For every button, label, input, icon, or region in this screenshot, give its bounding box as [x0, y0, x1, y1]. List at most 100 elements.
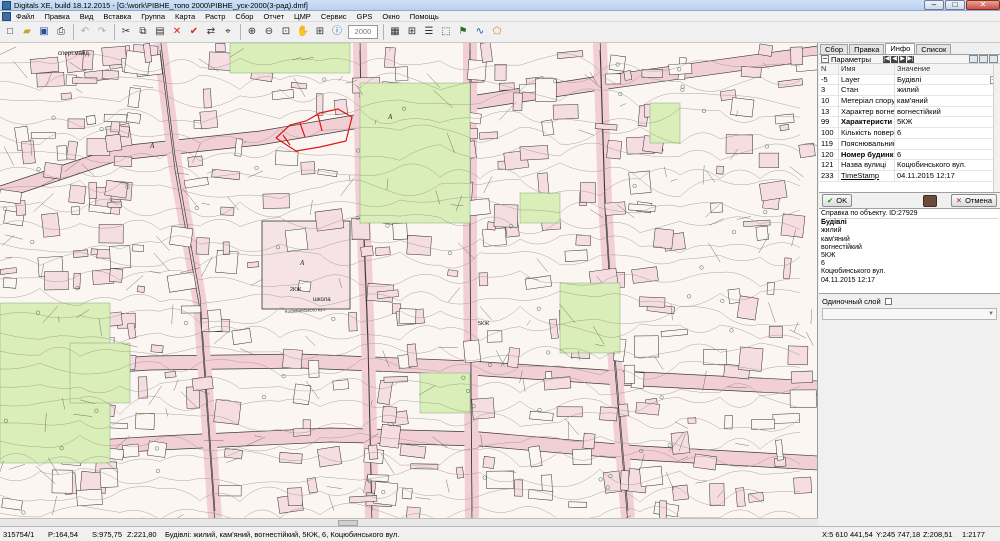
- menu-insert[interactable]: Вставка: [98, 12, 136, 21]
- building: [687, 417, 697, 424]
- param-value[interactable]: [895, 139, 1000, 149]
- ok-button[interactable]: ✔ OK: [822, 194, 853, 207]
- building: [308, 360, 320, 378]
- snap-icon[interactable]: ⌖: [220, 24, 236, 40]
- document-icon[interactable]: [2, 11, 11, 21]
- building: [136, 285, 146, 293]
- curve-icon[interactable]: ∿: [472, 24, 488, 40]
- building: [747, 491, 765, 503]
- delete-icon[interactable]: ✕: [169, 24, 185, 40]
- param-row[interactable]: 3 Стан жилий: [819, 85, 1000, 97]
- building: [137, 376, 148, 399]
- cut-icon[interactable]: ✂: [118, 24, 134, 40]
- menu-view[interactable]: Вид: [75, 12, 99, 21]
- param-row[interactable]: 100 Кількість повер 6: [819, 128, 1000, 139]
- param-n: -5: [819, 74, 839, 85]
- menu-gps[interactable]: GPS: [352, 12, 378, 21]
- scale-input[interactable]: 2000: [348, 25, 378, 39]
- grid-scrollbar[interactable]: [993, 64, 1000, 192]
- first-icon[interactable]: |◀: [883, 55, 890, 63]
- menu-file[interactable]: Файл: [11, 12, 39, 21]
- param-value[interactable]: 6: [895, 150, 1000, 160]
- select-icon[interactable]: ⬚: [438, 24, 454, 40]
- menu-report[interactable]: Отчет: [258, 12, 289, 21]
- polygon-icon[interactable]: ⬠: [489, 24, 505, 40]
- menu-help[interactable]: Помощь: [405, 12, 444, 21]
- pan-icon[interactable]: ✋: [295, 24, 311, 40]
- map-view[interactable]: спорт.майд. школа А А А 5КЖ 2КЖ Коцюбинс…: [0, 43, 818, 518]
- param-row[interactable]: 233 TimeStamp 04.11.2015 12:17: [819, 170, 1000, 182]
- grid-icon[interactable]: ⊞: [404, 24, 420, 40]
- menu-map[interactable]: Карта: [170, 12, 200, 21]
- close-button[interactable]: ✕: [966, 0, 1000, 10]
- menu-service[interactable]: Сервис: [316, 12, 352, 21]
- tab-edit[interactable]: Правка: [849, 44, 885, 54]
- param-row[interactable]: 10 Метеріал спору кам'яний: [819, 96, 1000, 107]
- menu-dtm[interactable]: ЦМР: [289, 12, 316, 21]
- menu-collect[interactable]: Сбор: [230, 12, 258, 21]
- map-horizontal-scrollbar[interactable]: [0, 518, 818, 526]
- menu-group[interactable]: Группа: [136, 12, 170, 21]
- tab-collect[interactable]: Сбор: [820, 44, 849, 54]
- menu-edit[interactable]: Правка: [39, 12, 74, 21]
- param-value[interactable]: 5КЖ: [895, 117, 1000, 127]
- building: [222, 241, 230, 256]
- save-icon[interactable]: ▣: [36, 24, 52, 40]
- param-value[interactable]: вогнестійкий: [895, 107, 1000, 117]
- copy-icon[interactable]: ⧉: [135, 24, 151, 40]
- tab-list[interactable]: Список: [916, 44, 952, 54]
- new-icon[interactable]: □: [2, 24, 18, 40]
- param-row[interactable]: 121 Назва вулиці Коцюбинського вул.: [819, 160, 1000, 171]
- next-icon[interactable]: ▶: [899, 55, 906, 63]
- options-icon[interactable]: [989, 55, 998, 63]
- redo-icon[interactable]: ↷: [94, 24, 110, 40]
- param-row[interactable]: -5LayerБудівлі…: [819, 74, 1000, 86]
- menu-window[interactable]: Окно: [377, 12, 404, 21]
- param-row[interactable]: 120 Номер будинк 6: [819, 149, 1000, 161]
- paste-icon[interactable]: ▤: [152, 24, 168, 40]
- menu-raster[interactable]: Растр: [200, 12, 230, 21]
- last-icon[interactable]: ▶|: [907, 55, 914, 63]
- object-icon[interactable]: [922, 194, 937, 207]
- param-row[interactable]: 119 Пояснювальний: [819, 138, 1000, 150]
- param-row[interactable]: 13Характер вогнествогнестійкий: [819, 106, 1000, 118]
- view-icon[interactable]: [979, 55, 988, 63]
- undo-icon[interactable]: ↶: [77, 24, 93, 40]
- check-icon[interactable]: ✔: [186, 24, 202, 40]
- minimize-button[interactable]: –: [924, 0, 944, 10]
- building: [564, 249, 588, 262]
- print-icon[interactable]: ⎙: [53, 24, 69, 40]
- cancel-button[interactable]: ✕ Отмена: [950, 194, 997, 207]
- param-value[interactable]: кам'яний: [895, 96, 1000, 106]
- param-value[interactable]: жилий: [895, 85, 1000, 95]
- param-row[interactable]: 99 Характеристи 5КЖ: [819, 117, 1000, 129]
- layer-select[interactable]: ▼: [822, 308, 997, 320]
- building: [150, 344, 164, 354]
- map-canvas[interactable]: спорт.майд. школа А А А 5КЖ 2КЖ Коцюбинс…: [0, 43, 818, 518]
- prev-icon[interactable]: ◀: [891, 55, 898, 63]
- param-name: TimeStamp: [839, 170, 895, 181]
- param-value[interactable]: 6: [895, 128, 1000, 138]
- transform-icon[interactable]: ⇄: [203, 24, 219, 40]
- param-value[interactable]: 04.11.2015 12:17: [895, 171, 1000, 181]
- green-area: [559, 282, 621, 354]
- param-value[interactable]: Будівлі: [895, 75, 990, 85]
- zoom-in-icon[interactable]: ⊕: [244, 24, 260, 40]
- building: [349, 495, 378, 504]
- layers-icon[interactable]: ☰: [421, 24, 437, 40]
- maximize-button[interactable]: □: [945, 0, 965, 10]
- table-icon[interactable]: ▦: [387, 24, 403, 40]
- zoom-all-icon[interactable]: ⊞: [312, 24, 328, 40]
- info-icon[interactable]: ⓘ: [329, 24, 345, 40]
- params-toolbar: − Параметры |◀ ◀ ▶ ▶|: [819, 54, 1000, 64]
- flag-icon[interactable]: ⚑: [455, 24, 471, 40]
- zoom-window-icon[interactable]: ⊡: [278, 24, 294, 40]
- building: [72, 77, 98, 84]
- single-layer-checkbox[interactable]: [884, 298, 892, 305]
- collapse-icon[interactable]: −: [821, 55, 829, 63]
- zoom-out-icon[interactable]: ⊖: [261, 24, 277, 40]
- tab-info[interactable]: Инфо: [885, 43, 916, 54]
- open-icon[interactable]: ▰: [19, 24, 35, 40]
- param-value[interactable]: Коцюбинського вул.: [895, 160, 1000, 170]
- dock-icon[interactable]: [969, 55, 978, 63]
